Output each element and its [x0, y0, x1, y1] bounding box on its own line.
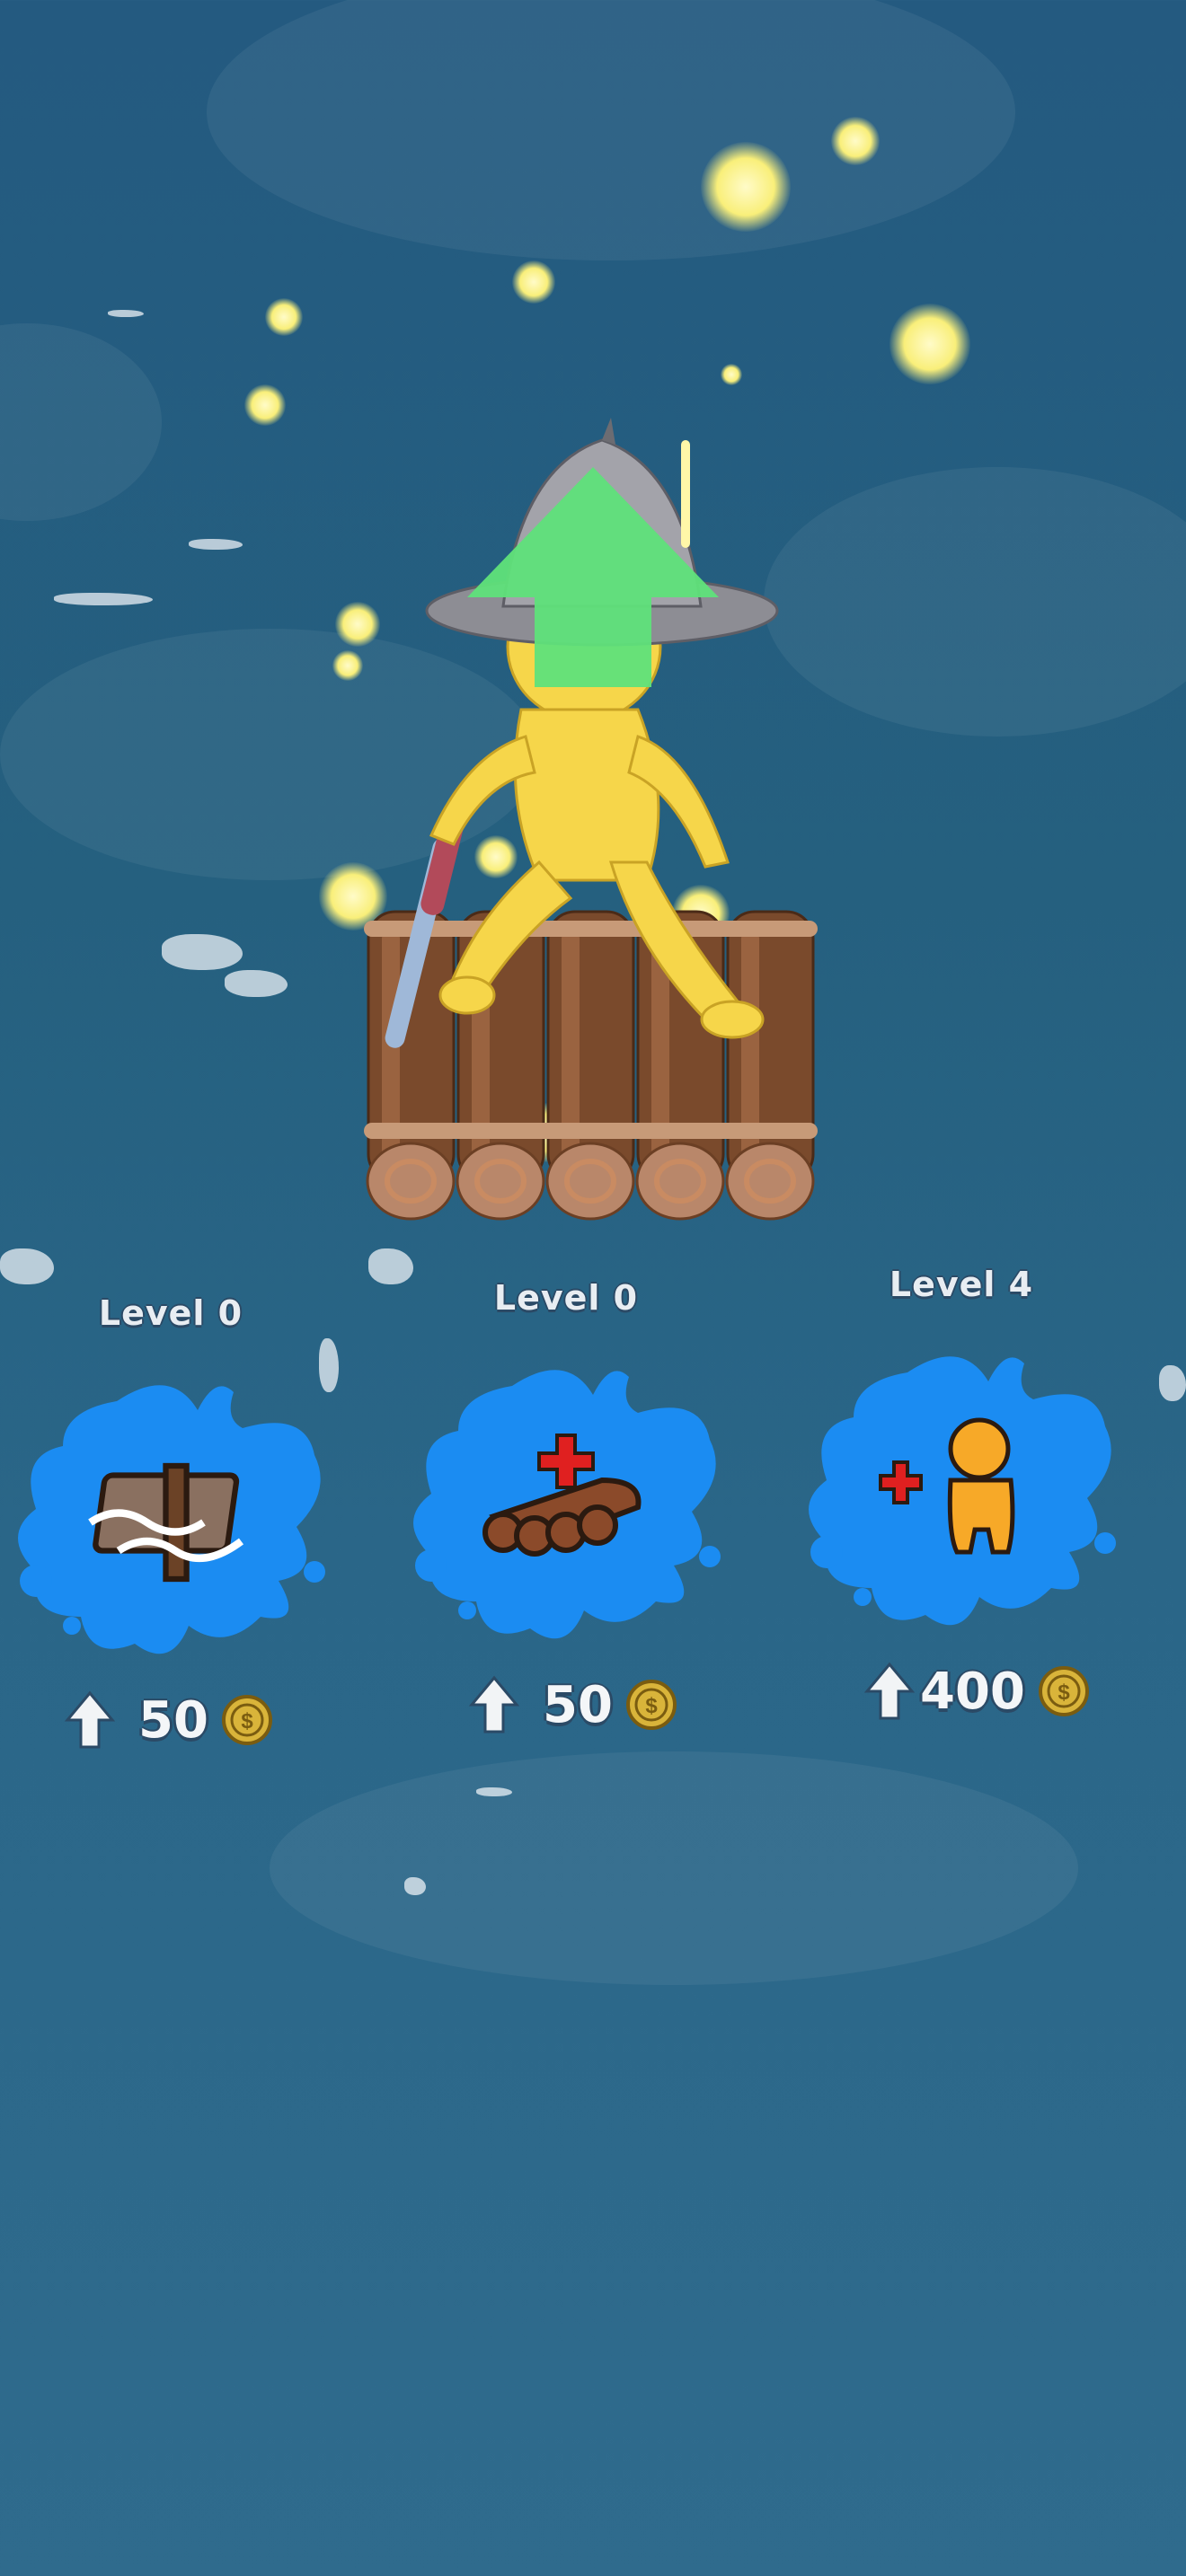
raft-repair-icon [88, 1462, 244, 1583]
price-value: 50 [138, 1690, 208, 1750]
coin-icon: $ [625, 1680, 677, 1730]
upgrade-level-label: Level 0 [98, 1293, 243, 1333]
upgrade-price: 50 $ [63, 1680, 350, 1760]
upgrade-level-label: Level 0 [493, 1278, 639, 1318]
price-value: 400 [920, 1662, 1025, 1721]
svg-text:$: $ [645, 1694, 658, 1718]
arrow-up-icon [468, 1675, 520, 1734]
upgrade-price: 400 $ [863, 1651, 1150, 1732]
price-value: 50 [543, 1675, 613, 1734]
upgrade-price: 50 $ [467, 1664, 755, 1745]
svg-text:$: $ [1058, 1681, 1070, 1705]
upgrade-level-label: Level 4 [889, 1265, 1034, 1304]
arrow-up-icon [64, 1690, 116, 1749]
raft [364, 910, 818, 1221]
arrow-up-icon [863, 1662, 916, 1720]
coin-icon: $ [221, 1695, 272, 1745]
add-logs-icon [482, 1434, 642, 1557]
player-on-raft [364, 418, 818, 1221]
svg-text:$: $ [241, 1709, 253, 1734]
coin-icon: $ [1038, 1666, 1089, 1716]
add-crew-icon [879, 1417, 1015, 1555]
